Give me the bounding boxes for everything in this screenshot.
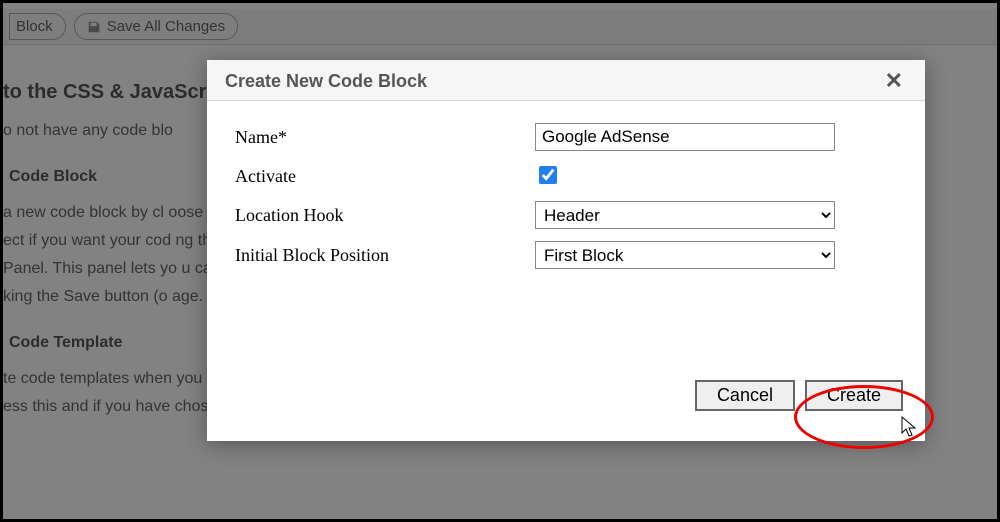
create-codeblock-modal: Create New Code Block ✕ Name* Activate L… <box>207 60 925 441</box>
row-activate: Activate <box>235 163 903 189</box>
initial-position-select[interactable]: First Block <box>535 241 835 269</box>
name-input[interactable] <box>535 123 835 151</box>
modal-body: Name* Activate Location Hook Header <box>207 101 925 380</box>
create-button[interactable]: Create <box>805 380 903 411</box>
modal-title: Create New Code Block <box>225 71 427 92</box>
modal-header: Create New Code Block ✕ <box>207 60 925 101</box>
row-position: Initial Block Position First Block <box>235 241 903 269</box>
label-activate: Activate <box>235 166 535 187</box>
location-hook-select[interactable]: Header <box>535 201 835 229</box>
label-name: Name* <box>235 127 535 148</box>
activate-checkbox[interactable] <box>539 166 557 184</box>
cancel-button[interactable]: Cancel <box>695 380 795 411</box>
modal-footer: Cancel Create <box>207 380 925 441</box>
row-hook: Location Hook Header <box>235 201 903 229</box>
label-position: Initial Block Position <box>235 245 535 266</box>
close-icon[interactable]: ✕ <box>881 70 907 92</box>
label-hook: Location Hook <box>235 205 535 226</box>
row-name: Name* <box>235 123 903 151</box>
